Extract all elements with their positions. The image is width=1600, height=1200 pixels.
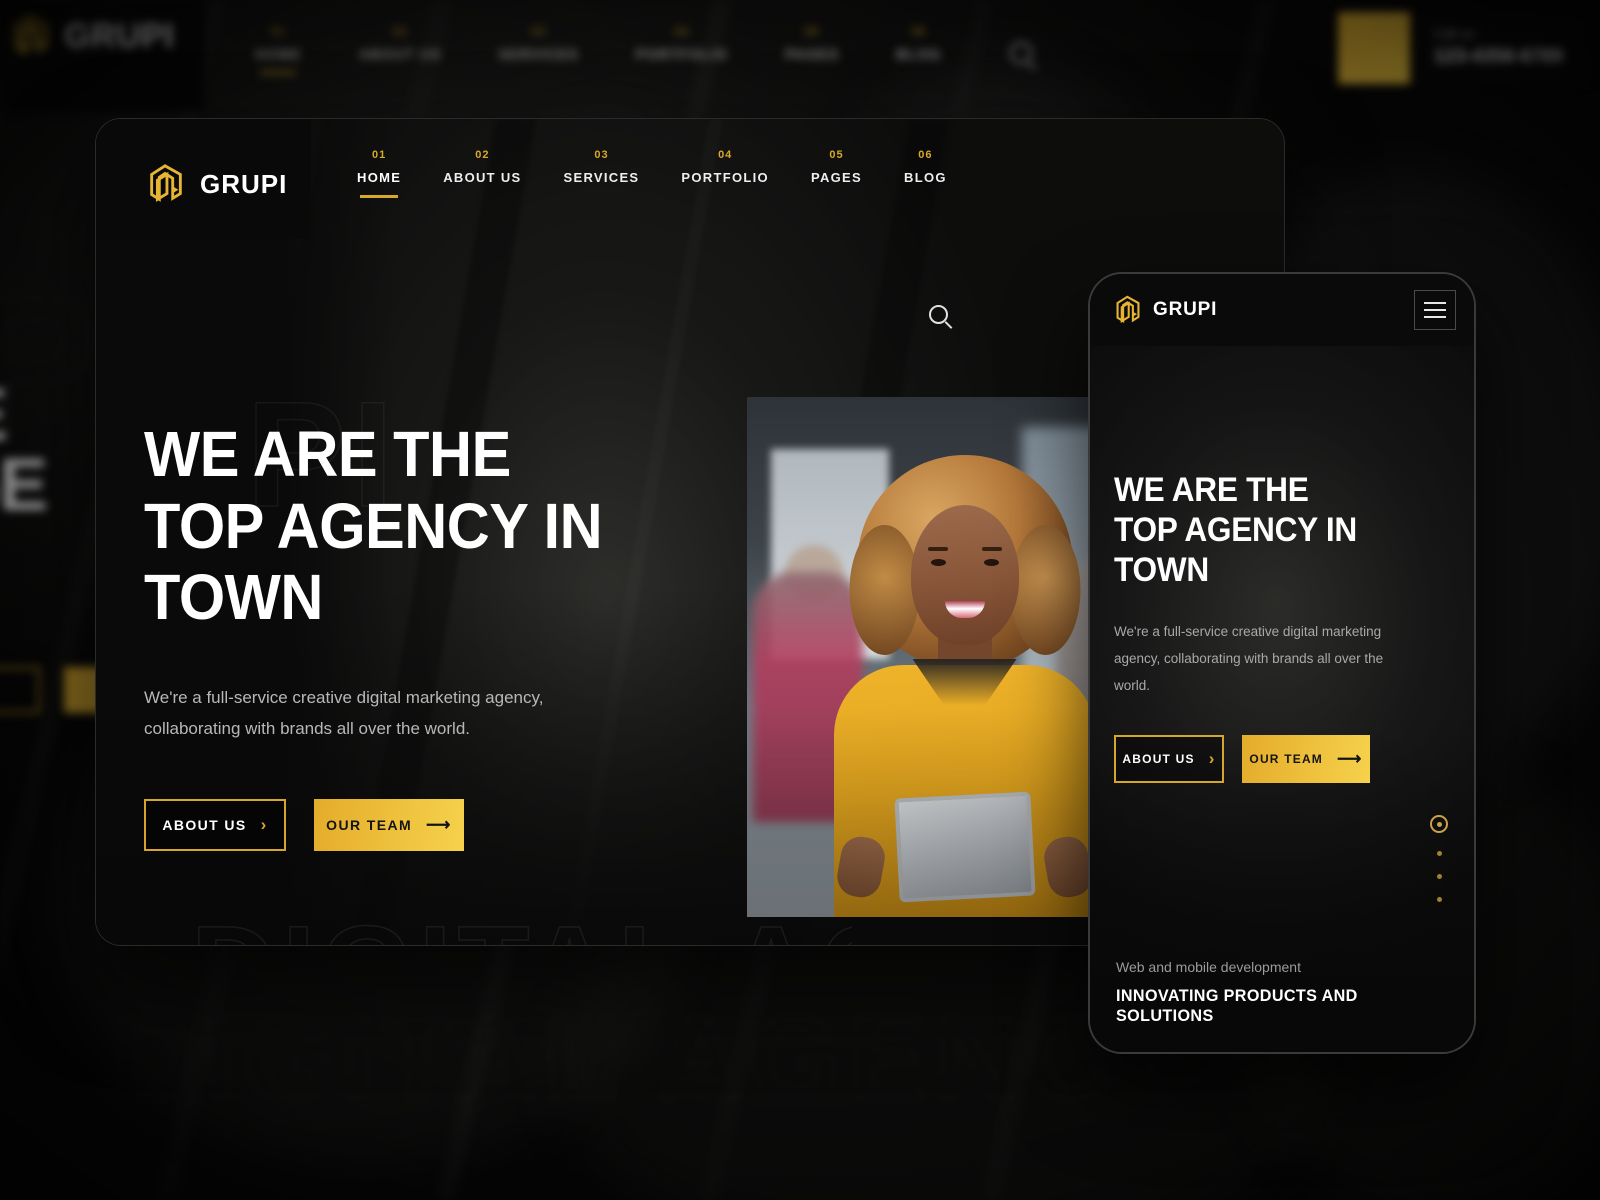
nav-item-about-us[interactable]: 02 ABOUT US xyxy=(422,149,542,198)
nav-item-portfolio[interactable]: 04 PORTFOLIO xyxy=(660,149,790,198)
nav-item-home[interactable]: 01 HOME xyxy=(336,149,422,198)
desktop-nav: 01 HOME 02 ABOUT US 03 SERVICES 04 PORTF… xyxy=(336,149,968,198)
nav-label: ABOUT US xyxy=(443,170,522,185)
mobile-our-team-button[interactable]: OUR TEAM ⟶ xyxy=(1242,735,1370,784)
desktop-logo[interactable]: GRUPI xyxy=(144,161,287,207)
mobile-about-us-button[interactable]: ABOUT US › xyxy=(1114,735,1224,784)
nav-label: SERVICES xyxy=(563,170,640,185)
nav-active-underline xyxy=(463,195,501,198)
mobile-slider-dot[interactable] xyxy=(1436,874,1442,879)
mobile-hero-subtext: We're a full-service creative digital ma… xyxy=(1114,624,1384,694)
chevron-right-icon: › xyxy=(260,814,268,834)
nav-item-services[interactable]: 03 SERVICES xyxy=(543,149,661,198)
our-team-button[interactable]: OUR TEAM ⟶ xyxy=(314,798,464,851)
about-us-button-label: ABOUT US xyxy=(162,816,247,833)
nav-item-pages[interactable]: 05 PAGES xyxy=(790,149,883,198)
nav-label: PORTFOLIO xyxy=(681,170,769,185)
mobile-slider-dot-active[interactable] xyxy=(1430,815,1448,833)
nav-label: PAGES xyxy=(810,170,863,185)
mobile-slider-dot[interactable] xyxy=(1436,897,1442,902)
nav-number: 06 xyxy=(918,149,933,161)
chevron-right-icon: › xyxy=(1208,749,1216,769)
nav-number: 03 xyxy=(594,149,609,161)
mobile-logo-text: GRUPI xyxy=(1153,299,1218,320)
nav-item-blog[interactable]: 06 BLOG xyxy=(883,149,968,198)
mobile-slider-dot[interactable] xyxy=(1436,851,1442,856)
arrow-right-icon: ⟶ xyxy=(1337,749,1363,769)
nav-number: 04 xyxy=(718,149,733,161)
hero-cta-group: ABOUT US › OUR TEAM ⟶ xyxy=(144,798,664,851)
mobile-cta-group: ABOUT US › OUR TEAM ⟶ xyxy=(1114,735,1384,784)
mobile-about-us-label: ABOUT US xyxy=(1122,752,1195,767)
about-us-button[interactable]: ABOUT US › xyxy=(144,798,286,851)
nav-active-underline xyxy=(817,195,855,198)
mobile-our-team-label: OUR TEAM xyxy=(1249,752,1324,767)
grupi-logo-icon xyxy=(1116,295,1140,324)
nav-number: 01 xyxy=(371,149,387,161)
mobile-footer-block: Web and mobile development INNOVATING PR… xyxy=(1116,959,1474,1026)
mobile-slider-dots xyxy=(1430,815,1448,902)
desktop-navbar: GRUPI 01 HOME 02 ABOUT US 03 SERVICES 04… xyxy=(96,119,1284,239)
mobile-footer-eyebrow: Web and mobile development xyxy=(1116,959,1301,975)
nav-label: BLOG xyxy=(904,170,947,185)
nav-active-underline xyxy=(706,195,744,198)
nav-active-underline xyxy=(582,195,620,198)
hamburger-menu-icon[interactable] xyxy=(1414,290,1456,330)
mobile-header: GRUPI xyxy=(1090,274,1474,346)
nav-active-underline xyxy=(360,195,399,198)
arrow-right-icon: ⟶ xyxy=(426,814,452,834)
mobile-logo[interactable]: GRUPI xyxy=(1112,293,1217,327)
mobile-mockup: DIGITAL AGENCY GRUPI WE ARE THE TOP AGEN… xyxy=(1088,272,1476,1054)
mobile-page-title: WE ARE THE TOP AGENCY IN TOWN xyxy=(1114,471,1357,590)
nav-active-underline xyxy=(906,195,944,198)
nav-number: 05 xyxy=(829,149,844,161)
nav-number: 02 xyxy=(475,149,490,161)
search-icon[interactable] xyxy=(929,305,948,324)
our-team-button-label: OUR TEAM xyxy=(326,816,413,833)
nav-label: HOME xyxy=(357,170,402,185)
page-title: WE ARE THE TOP AGENCY IN TOWN xyxy=(144,418,603,634)
mobile-footer-title: INNOVATING PRODUCTS AND SOLUTIONS xyxy=(1116,986,1358,1025)
hero-subtext: We're a full-service creative digital ma… xyxy=(144,688,544,739)
mobile-hero-content: WE ARE THE TOP AGENCY IN TOWN We're a fu… xyxy=(1114,470,1384,784)
desktop-hero-content: WE ARE THE TOP AGENCY IN TOWN We're a fu… xyxy=(144,418,664,851)
grupi-logo-icon xyxy=(150,164,182,202)
desktop-logo-text: GRUPI xyxy=(200,168,288,199)
